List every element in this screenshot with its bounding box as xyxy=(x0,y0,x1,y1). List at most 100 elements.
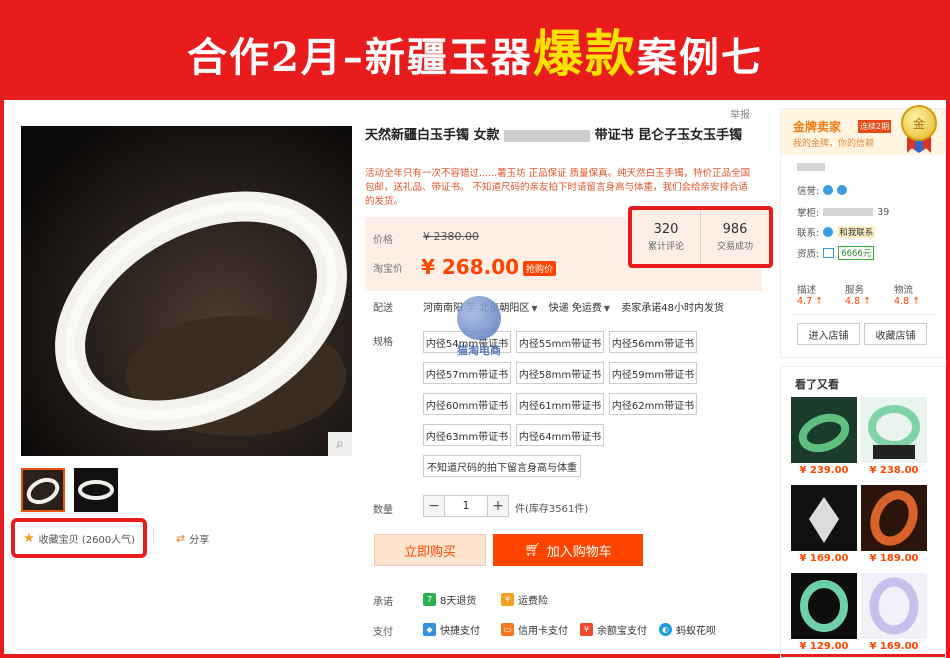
seller-name xyxy=(797,163,825,171)
divider xyxy=(791,314,936,315)
share-button[interactable]: ⇄ 分享 xyxy=(176,531,209,546)
thumbnail-2[interactable] xyxy=(74,468,118,512)
add-to-cart-button[interactable]: 🛒︎ 加入购物车 xyxy=(493,534,643,566)
bangle-image xyxy=(868,405,920,459)
yuebao-icon: ¥ xyxy=(580,623,593,636)
stat-label: 累计评论 xyxy=(647,242,684,252)
stat-transactions[interactable]: 986 交易成功 xyxy=(700,210,769,264)
main-product-image[interactable]: ⌕ xyxy=(21,126,352,456)
stat-reviews[interactable]: 320 累计评论 xyxy=(632,210,700,264)
stat-label: 交易成功 xyxy=(716,242,753,252)
share-icon: ⇄ xyxy=(176,532,186,545)
recommend-item-price[interactable]: ¥ 189.00 xyxy=(861,553,927,564)
payment-quick[interactable]: ◆ 快捷支付 xyxy=(423,622,480,637)
star-icon: ★ xyxy=(23,530,35,546)
seller-credit: 信誉: xyxy=(797,183,848,197)
thumbnail-1[interactable] xyxy=(21,468,65,512)
recommend-item-image[interactable] xyxy=(861,397,927,463)
payment-yuebao[interactable]: ¥ 余额宝支付 xyxy=(580,622,647,637)
favorite-shop-button[interactable]: 收藏店铺 xyxy=(864,323,927,345)
qualification-label: 资质: xyxy=(797,249,820,260)
credit-card-icon: ▭ xyxy=(501,623,514,636)
promise-shipping-insurance[interactable]: ¥ 运费险 xyxy=(501,592,548,607)
promise-item-label: 运费险 xyxy=(518,596,548,607)
redacted-text xyxy=(797,163,825,171)
spec-option[interactable]: 内径63mm带证书 xyxy=(423,424,511,446)
arrow-up-icon: ↑ xyxy=(815,296,824,307)
recommend-item-image[interactable] xyxy=(791,485,857,551)
delivery-shipping[interactable]: 快递 免运费 xyxy=(549,303,602,314)
delivery-label: 配送 xyxy=(373,303,393,314)
recommend-item-price[interactable]: ¥ 169.00 xyxy=(861,641,927,652)
recommend-item-price[interactable]: ¥ 238.00 xyxy=(861,465,927,476)
stock-info: 件(库存3561件) xyxy=(515,504,589,515)
score-label: 物流 xyxy=(894,285,914,296)
magnifier-icon[interactable]: ⌕ xyxy=(328,432,352,456)
buy-now-button[interactable]: 立即购买 xyxy=(374,534,486,566)
seller-owner: 掌柜: 39 xyxy=(797,205,890,220)
spec-option[interactable]: 不知道尺码的拍下留言身高与体重 xyxy=(423,455,581,477)
arrow-up-icon: ↑ xyxy=(912,296,921,307)
spec-option[interactable]: 内径58mm带证书 xyxy=(516,362,604,384)
globe-icon xyxy=(457,296,501,340)
seller-suffix: 39 xyxy=(877,206,890,218)
return-icon: 7 xyxy=(423,593,436,606)
favorite-button[interactable]: ★ 收藏宝贝 (2600人气) xyxy=(11,518,147,558)
quantity-decrement-button[interactable]: − xyxy=(423,495,445,517)
favorite-label: 收藏宝贝 (2600人气) xyxy=(38,534,136,546)
quick-pay-icon: ◆ xyxy=(423,623,436,636)
payment-credit-card[interactable]: ▭ 信用卡支付 xyxy=(501,622,568,637)
payment-label: 支付 xyxy=(373,627,393,638)
redacted-text xyxy=(823,208,874,216)
payment-item-label: 蚂蚁花呗 xyxy=(676,626,716,637)
title-part-1: 天然新疆白玉手镯 女款 xyxy=(365,128,500,143)
score-value: 4.8 ↑ xyxy=(894,296,920,307)
recommend-title: 看了又看 xyxy=(795,378,839,391)
payment-item-label: 信用卡支付 xyxy=(518,626,568,637)
deposit-badge[interactable]: 6666元 xyxy=(838,246,875,260)
report-link[interactable]: 举报 xyxy=(730,106,750,121)
recommend-item-image[interactable] xyxy=(861,573,927,639)
promise-return[interactable]: 7 8天退货 xyxy=(423,592,476,607)
recommend-item-image[interactable] xyxy=(791,397,857,463)
quantity-label: 数量 xyxy=(373,505,393,516)
spec-option[interactable]: 内径56mm带证书 xyxy=(609,331,697,353)
chevron-down-icon[interactable]: ▼ xyxy=(531,304,537,313)
cart-icon: 🛒︎ xyxy=(524,542,541,558)
recommend-item-price[interactable]: ¥ 169.00 xyxy=(791,553,857,564)
banner-hot-word: 爆款 xyxy=(532,24,637,83)
payment-item-label: 快捷支付 xyxy=(440,626,480,637)
gold-seller-tag: 连续2期 xyxy=(858,120,892,133)
quantity-increment-button[interactable]: + xyxy=(487,495,509,517)
quantity-input[interactable]: 1 xyxy=(445,495,487,517)
recommend-item-image[interactable] xyxy=(861,485,927,551)
recommend-item-price[interactable]: ¥ 239.00 xyxy=(791,465,857,476)
score-number: 4.7 xyxy=(797,296,813,307)
medal-icon: 金 xyxy=(901,105,937,141)
spec-option[interactable]: 内径59mm带证书 xyxy=(609,362,697,384)
payment-huabei[interactable]: ◐ 蚂蚁花呗 xyxy=(659,622,716,637)
wangwang-icon[interactable] xyxy=(823,227,834,237)
original-price: ¥ 2380.00 xyxy=(423,230,479,243)
recommend-item-price[interactable]: ¥ 129.00 xyxy=(791,641,857,652)
bangle-image xyxy=(800,580,848,632)
spec-option[interactable]: 内径61mm带证书 xyxy=(516,393,604,415)
spec-option[interactable]: 内径55mm带证书 xyxy=(516,331,604,353)
bangle-image xyxy=(870,490,918,546)
chevron-down-icon[interactable]: ▼ xyxy=(604,304,610,313)
spec-option[interactable]: 内径64mm带证书 xyxy=(516,424,604,446)
spec-option[interactable]: 内径62mm带证书 xyxy=(609,393,697,415)
enter-shop-button[interactable]: 进入店铺 xyxy=(797,323,860,345)
stat-value: 320 xyxy=(653,222,679,237)
divider xyxy=(153,528,154,542)
huabei-icon: ◐ xyxy=(659,623,672,636)
credit-label: 信誉: xyxy=(797,186,820,197)
bangle-image xyxy=(869,577,919,635)
product-subtitle: 活动全年只有一次不容错过......薯玉坊 正品保证 质量保真。纯天然白玉手镯，… xyxy=(365,168,751,207)
recommend-item-image[interactable] xyxy=(791,573,857,639)
thumbnail-bangle-image xyxy=(74,468,118,512)
spec-option[interactable]: 内径60mm带证书 xyxy=(423,393,511,415)
score-value: 4.7 ↑ xyxy=(797,296,823,307)
contact-button[interactable]: 和我联系 xyxy=(837,226,876,238)
stat-value: 986 xyxy=(722,222,748,237)
